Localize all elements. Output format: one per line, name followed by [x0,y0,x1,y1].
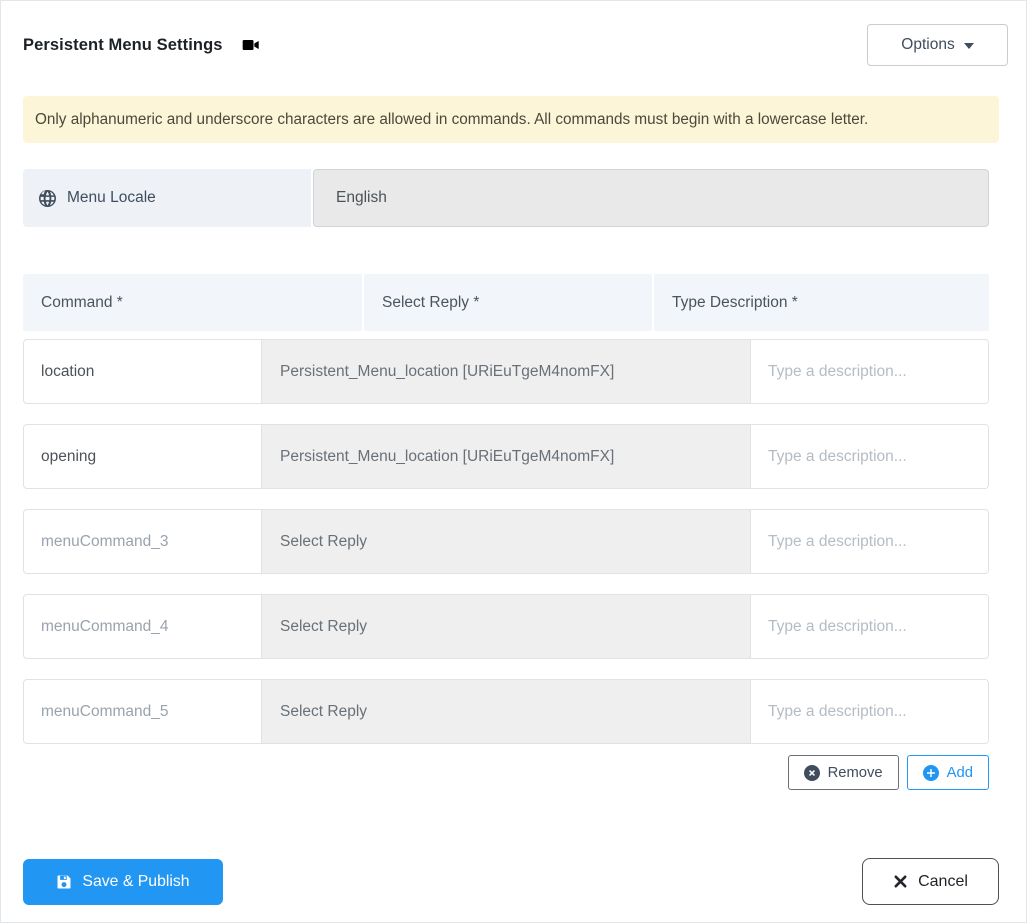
videocam-icon[interactable] [241,35,261,55]
table-row: Persistent_Menu_location [URiEuTgeM4nomF… [23,339,989,404]
menu-locale-label-text: Menu Locale [67,189,156,206]
description-input[interactable] [751,425,988,488]
menu-locale-value-text: English [336,189,387,206]
command-input[interactable] [24,680,261,743]
command-cell [24,510,262,573]
command-input[interactable] [24,510,261,573]
select-reply-text: Select Reply [280,617,368,635]
select-reply-dropdown[interactable]: Select Reply [262,680,751,743]
table-header-row: Command * Select Reply * Type Descriptio… [23,274,989,331]
description-input[interactable] [751,595,988,658]
menu-locale-value[interactable]: English [313,169,989,227]
command-input[interactable] [24,425,261,488]
description-input[interactable] [751,340,988,403]
select-reply-text: Select Reply [280,702,368,720]
options-button[interactable]: Options [867,24,1008,66]
floppy-save-icon [56,874,72,890]
remove-row-button-label: Remove [827,764,883,781]
topbar: Persistent Menu Settings Options [1,1,1026,66]
description-input[interactable] [751,680,988,743]
add-row-button[interactable]: Add [906,755,989,790]
command-cell [24,680,262,743]
description-input[interactable] [751,510,988,573]
command-rows: Persistent_Menu_location [URiEuTgeM4nomF… [1,339,1026,744]
table-row: Select Reply [23,509,989,574]
page-title: Persistent Menu Settings [23,35,223,54]
select-reply-dropdown[interactable]: Persistent_Menu_location [URiEuTgeM4nomF… [262,340,751,403]
caret-down-icon [963,43,974,49]
select-reply-dropdown[interactable]: Select Reply [262,510,751,573]
cancel-button-label: Cancel [918,872,968,890]
column-header-type-description: Type Description * [654,274,989,331]
footer: Save & Publish Cancel [23,858,999,905]
x-icon [893,874,908,889]
table-row: Select Reply [23,594,989,659]
select-reply-dropdown[interactable]: Persistent_Menu_location [URiEuTgeM4nomF… [262,425,751,488]
command-cell [24,340,262,403]
select-reply-text: Persistent_Menu_location [URiEuTgeM4nomF… [280,362,615,380]
menu-locale-label: Menu Locale [23,169,311,227]
command-cell [24,425,262,488]
select-reply-dropdown[interactable]: Select Reply [262,595,751,658]
menu-locale-row: Menu Locale English [23,169,989,227]
cancel-button[interactable]: Cancel [862,858,999,905]
description-cell [751,510,988,573]
command-input[interactable] [24,340,261,403]
description-cell [751,680,988,743]
column-header-select-reply: Select Reply * [364,274,652,331]
save-publish-button[interactable]: Save & Publish [23,858,223,905]
command-rules-alert: Only alphanumeric and underscore charact… [23,96,999,143]
table-row: Persistent_Menu_location [URiEuTgeM4nomF… [23,424,989,489]
select-reply-text: Select Reply [280,532,368,550]
remove-row-button[interactable]: Remove [787,755,899,790]
circle-plus-icon [922,764,939,781]
row-actions: Remove Add [23,755,989,790]
globe-icon [39,189,56,207]
persistent-menu-settings-panel: Persistent Menu Settings Options Only al… [0,0,1027,923]
command-rules-alert-text: Only alphanumeric and underscore charact… [35,111,869,128]
command-cell [24,595,262,658]
add-row-button-label: Add [946,764,973,781]
description-cell [751,595,988,658]
options-button-label: Options [901,36,955,53]
select-reply-text: Persistent_Menu_location [URiEuTgeM4nomF… [280,447,615,465]
description-cell [751,340,988,403]
description-cell [751,425,988,488]
table-row: Select Reply [23,679,989,744]
save-publish-button-label: Save & Publish [82,872,190,890]
command-input[interactable] [24,595,261,658]
circle-x-icon [803,764,820,781]
column-header-command: Command * [23,274,362,331]
